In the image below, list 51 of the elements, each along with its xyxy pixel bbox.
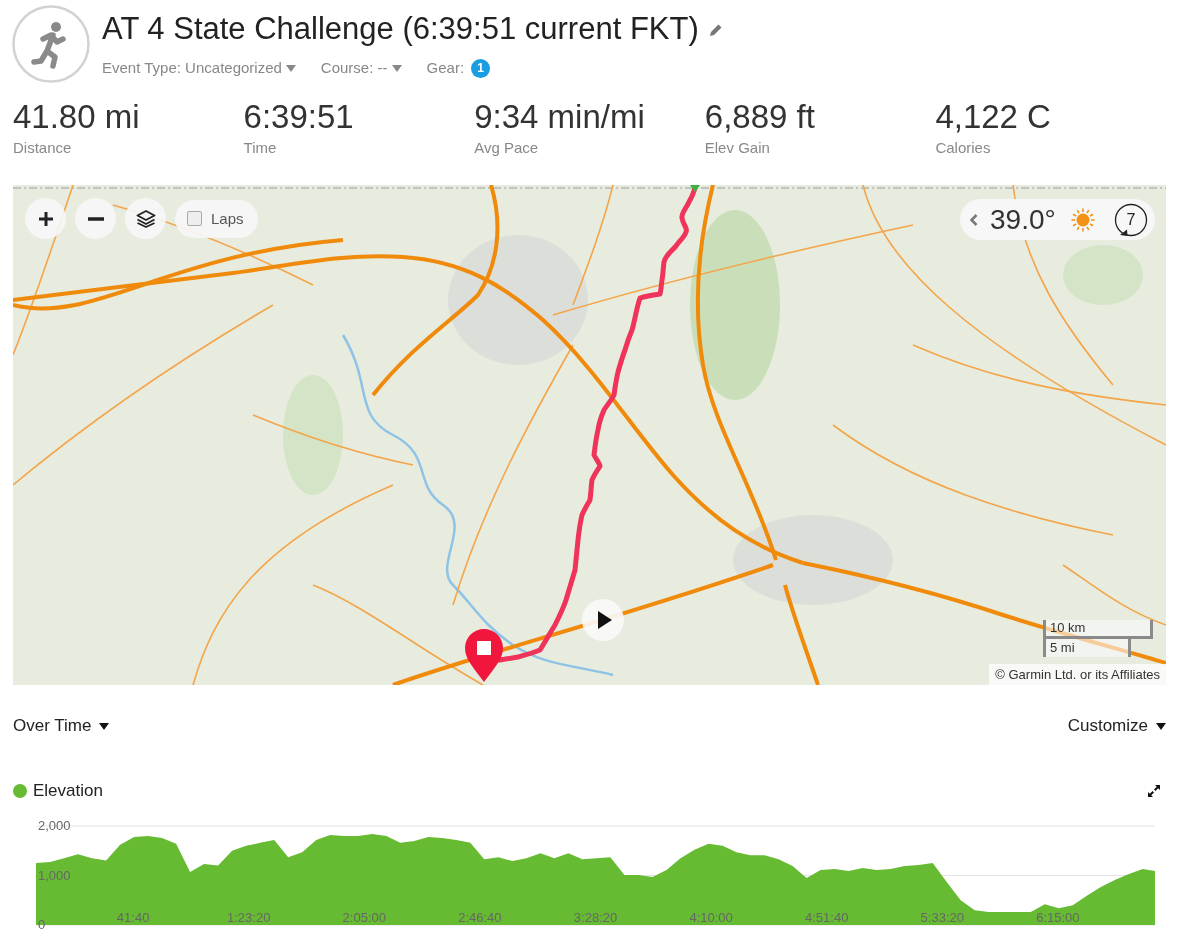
temperature: 39.0° <box>990 203 1056 236</box>
caret-icon <box>1156 722 1166 730</box>
minus-icon <box>87 216 104 221</box>
play-icon <box>597 610 613 630</box>
x-axis-label: 41:40 <box>116 910 150 925</box>
x-axis-label: 2:46:40 <box>458 910 502 925</box>
x-axis-label: 3:28:20 <box>573 910 618 925</box>
stat-value: 4,122 C <box>935 98 1052 136</box>
stat-value: 6,889 ft <box>704 98 816 136</box>
y-axis-label: 1,000 <box>38 867 71 883</box>
chevron-left-icon[interactable] <box>970 213 978 226</box>
view-mode-dropdown[interactable]: Over Time <box>13 716 110 736</box>
wind-speed: 7 <box>1126 210 1136 229</box>
pencil-icon[interactable] <box>708 23 723 37</box>
metric-scale: 10 km <box>1043 620 1153 639</box>
x-axis-label: 6:15:00 <box>1036 910 1080 925</box>
activity-title: AT 4 State Challenge (6:39:51 current FKT) <box>102 11 699 47</box>
stat-label: Time <box>243 139 278 157</box>
laps-checkbox[interactable] <box>187 211 202 226</box>
runner-icon <box>12 5 90 83</box>
event-type-dropdown[interactable]: Event Type: Uncategorized <box>102 58 296 78</box>
stat-value: 6:39:51 <box>243 98 355 136</box>
x-axis-label: 5:33:20 <box>920 910 964 925</box>
x-axis-label: 4:51:40 <box>805 910 849 925</box>
stat-value: 41.80 mi <box>13 98 141 136</box>
end-marker-icon[interactable] <box>465 629 503 682</box>
x-axis-label: 1:23:20 <box>227 910 271 925</box>
expand-icon[interactable] <box>1147 784 1161 798</box>
x-axis-label: 2:05:00 <box>342 910 386 925</box>
caret-icon <box>99 722 110 730</box>
start-marker-icon[interactable] <box>690 185 700 192</box>
customize-dropdown[interactable]: Customize <box>1067 716 1166 736</box>
x-axis-label: 4:10:00 <box>689 910 733 925</box>
imperial-scale: 5 mi <box>1043 639 1131 657</box>
sun-icon <box>1069 206 1096 233</box>
stat-label: Distance <box>13 139 73 157</box>
gear-label: Gear: <box>426 58 465 78</box>
legend-label[interactable]: Elevation <box>33 781 103 801</box>
plus-icon <box>37 210 54 227</box>
stat-label: Elev Gain <box>704 139 771 157</box>
y-axis-label: 0 <box>38 917 46 932</box>
stat-label: Calories <box>935 139 992 157</box>
stat-label: Avg Pace <box>474 139 540 157</box>
course-dropdown[interactable]: Course: -- <box>320 58 402 78</box>
y-axis-label: 2,000 <box>38 818 71 833</box>
caret-icon <box>285 64 296 72</box>
layers-icon <box>135 209 156 228</box>
wind-direction-icon <box>1114 202 1148 237</box>
map-attribution: © Garmin Ltd. or its Affiliates <box>989 664 1166 685</box>
stat-value: 9:34 min/mi <box>474 98 646 136</box>
caret-icon <box>391 64 402 72</box>
